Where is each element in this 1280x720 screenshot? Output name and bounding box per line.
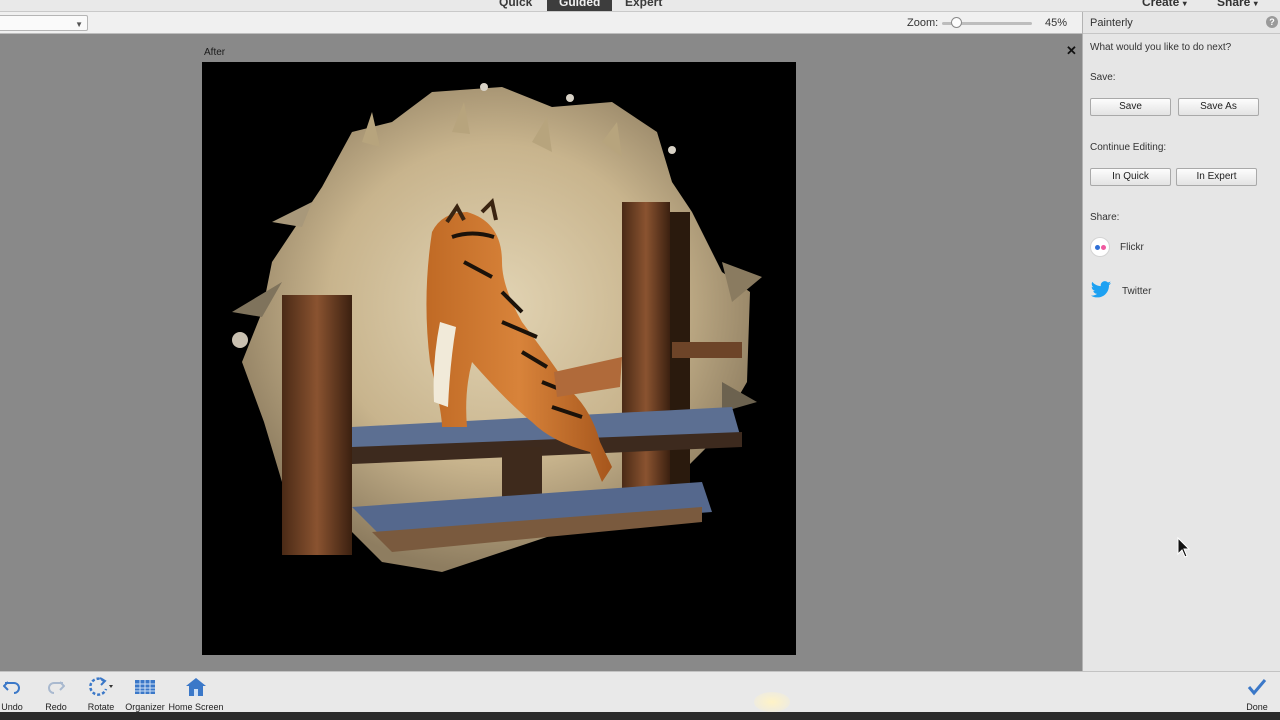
save-button[interactable]: Save xyxy=(1090,98,1171,116)
rotate-button[interactable]: Rotate xyxy=(84,676,118,712)
redo-icon xyxy=(42,676,70,698)
organizer-button[interactable]: Organizer xyxy=(124,676,166,712)
undo-button[interactable]: Undo xyxy=(0,676,24,712)
light-glare xyxy=(754,692,790,712)
tab-quick[interactable]: Quick xyxy=(487,0,544,11)
done-label: Done xyxy=(1246,702,1268,712)
panel-title: Painterly xyxy=(1090,17,1133,29)
done-button[interactable]: Done xyxy=(1243,676,1271,712)
photo-canvas[interactable] xyxy=(202,62,796,655)
home-screen-button[interactable]: Home Screen xyxy=(168,676,224,712)
panel-header: Painterly ? xyxy=(1083,12,1280,34)
share-twitter-label: Twitter xyxy=(1122,285,1152,297)
undo-label: Undo xyxy=(1,702,23,712)
zoom-label: Zoom: xyxy=(907,17,939,29)
guided-done-panel: Painterly ? What would you like to do ne… xyxy=(1082,12,1280,671)
help-icon[interactable]: ? xyxy=(1266,16,1278,28)
home-screen-label: Home Screen xyxy=(168,702,224,712)
rotate-icon xyxy=(84,676,118,698)
share-menu[interactable]: Share ▾ xyxy=(1217,0,1258,11)
organizer-label: Organizer xyxy=(125,702,165,712)
create-menu[interactable]: Create ▾ xyxy=(1142,0,1187,11)
redo-label: Redo xyxy=(45,702,67,712)
checkmark-icon xyxy=(1243,676,1271,698)
chevron-down-icon: ▾ xyxy=(1253,0,1258,8)
create-label: Create xyxy=(1142,0,1180,9)
twitter-icon xyxy=(1090,280,1112,303)
options-bar: ▼ Zoom: 45% xyxy=(0,12,1082,34)
view-label: After xyxy=(204,47,226,58)
organizer-icon xyxy=(124,676,166,698)
mouse-cursor-icon xyxy=(1177,537,1191,558)
continue-editing-heading: Continue Editing: xyxy=(1090,142,1167,153)
next-prompt: What would you like to do next? xyxy=(1090,42,1232,53)
save-heading: Save: xyxy=(1090,72,1116,83)
painterly-tiger-image xyxy=(202,62,796,655)
share-flickr[interactable]: Flickr xyxy=(1090,236,1144,258)
chevron-down-icon: ▾ xyxy=(1182,0,1187,8)
in-expert-button[interactable]: In Expert xyxy=(1176,168,1257,186)
flickr-icon xyxy=(1090,237,1110,257)
canvas-area: After ✕ xyxy=(0,35,1082,671)
mode-bar: Quick Guided Expert Create ▾ Share ▾ xyxy=(0,0,1280,12)
bottom-toolbar: Undo Redo Rotate Organizer Home Screen D… xyxy=(0,671,1280,712)
tab-guided[interactable]: Guided xyxy=(547,0,613,11)
rotate-label: Rotate xyxy=(87,702,115,712)
close-icon[interactable]: ✕ xyxy=(1066,43,1077,59)
zoom-slider-thumb[interactable] xyxy=(951,17,962,28)
in-quick-button[interactable]: In Quick xyxy=(1090,168,1171,186)
tab-expert[interactable]: Expert xyxy=(613,0,674,11)
share-label: Share xyxy=(1217,0,1251,9)
chevron-down-icon: ▼ xyxy=(75,20,83,29)
home-icon xyxy=(168,676,224,698)
share-flickr-label: Flickr xyxy=(1120,241,1144,253)
undo-icon xyxy=(0,676,24,698)
redo-button[interactable]: Redo xyxy=(42,676,70,712)
view-select[interactable]: ▼ xyxy=(0,15,88,31)
os-taskbar xyxy=(0,712,1280,720)
share-heading: Share: xyxy=(1090,212,1120,223)
save-as-button[interactable]: Save As xyxy=(1178,98,1259,116)
zoom-value: 45% xyxy=(1045,17,1068,29)
share-twitter[interactable]: Twitter xyxy=(1090,280,1151,302)
